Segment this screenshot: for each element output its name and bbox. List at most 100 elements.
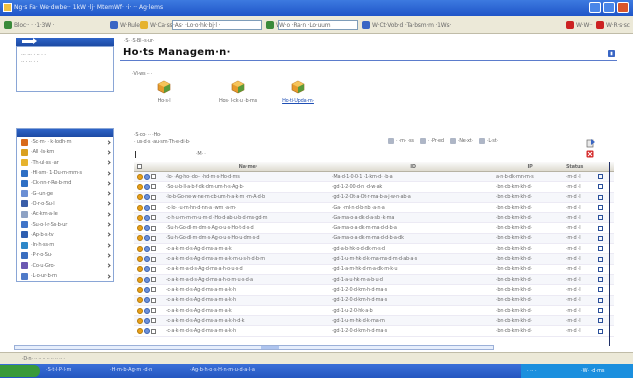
- view-button[interactable]: Ho·s·l: [138, 80, 190, 110]
- row-checkbox[interactable]: [151, 256, 156, 262]
- scrollbar-thumb[interactable]: [261, 346, 279, 349]
- address-field[interactable]: ·As· ·Lo·o·hk·bj·l ·: [172, 20, 262, 30]
- edit-icon[interactable]: [598, 205, 603, 211]
- column-header-name[interactable]: Na·me·: [164, 164, 330, 170]
- nav-item[interactable]: ·L·o·ur·b·m: [17, 271, 113, 281]
- pager-link[interactable]: · ·Pr·ed: [419, 138, 444, 144]
- host-name[interactable]: ·lo· ·Ag·ho··do·· ·hd·m·s·Ho·d·ms: [164, 174, 330, 180]
- back-button[interactable]: Bloc·· · ·1·3W ·: [4, 20, 54, 30]
- filter-input[interactable]: ·M· ·: [135, 151, 213, 158]
- nav-item[interactable]: ·Th·ul·ss ·ar: [17, 158, 113, 168]
- row-checkbox[interactable]: [151, 297, 156, 303]
- nav-item[interactable]: ·O·r·o·Su·l: [17, 199, 113, 209]
- edit-icon[interactable]: [598, 297, 603, 303]
- row-checkbox[interactable]: [151, 266, 156, 272]
- host-name[interactable]: ·c·a·k·m·a·d·s·Ag·d·ms·a·h·o·m·u·s·d·a: [164, 277, 330, 283]
- edit-icon[interactable]: [598, 287, 603, 293]
- table-row[interactable]: ·c·h·u·m·m·m·u·m·d ·Ho·d·ab·u·b·d·ms·gd·…: [134, 213, 614, 224]
- table-row[interactable]: ·lo· ·Ag·ho··do·· ·hd·m·s·Ho·d·ms ·Ma·d·1…: [134, 172, 614, 183]
- row-checkbox[interactable]: [151, 318, 156, 324]
- nav-item[interactable]: ·Ac·km·a·le: [17, 209, 113, 219]
- edit-icon[interactable]: [598, 277, 603, 283]
- host-name[interactable]: ·c·a·k·m·d·s·Ag·d·ms·a·m·a·k·h: [164, 328, 330, 334]
- pager-link[interactable]: ·L·st·: [478, 138, 498, 144]
- pager-link[interactable]: · ·m· ·ss: [388, 138, 414, 144]
- edit-icon[interactable]: [598, 225, 603, 231]
- host-name[interactable]: ·c·a·k·m·d·s·Ag·d·ms·a·m·a·k·h: [164, 297, 330, 303]
- edit-icon[interactable]: [598, 308, 603, 313]
- host-name[interactable]: ·Su·h·Go·dl·m·dm·s·Ag·o·u·s·Ho·t·d·s·d: [164, 225, 330, 231]
- table-row[interactable]: ·c·a·k·m·d·s·Ag·d·ms·a·m·a·k·h ·gd·1·2·0·…: [134, 285, 614, 296]
- table-row[interactable]: ·c·a·k·m·a·d·s·Ag·d·ms·a·h·o·m·u·s·d·a ·g…: [134, 274, 614, 286]
- row-checkbox[interactable]: [151, 235, 156, 241]
- column-header-ip[interactable]: IP: [494, 164, 564, 170]
- edit-icon[interactable]: [598, 235, 603, 241]
- table-row[interactable]: ·c·a·k·m·d·s·Ag·d·ms·a·m·a·k ·gd·a·b·hk·o…: [134, 244, 614, 255]
- row-checkbox[interactable]: [151, 308, 156, 313]
- host-name[interactable]: ·c·a·k·m·d·s·Ag·d·ms·a·m·a·k: [164, 308, 330, 314]
- table-row[interactable]: ·c·a·k·m·d·s·Ag·d·ms·a·m·a·k·h·d·k ·gd·1·…: [134, 316, 614, 327]
- table-row[interactable]: ·lo·b·Go·ne·w·ne·m·cb·um·h·a·k·m ·m·A·d·…: [134, 192, 614, 203]
- table-row[interactable]: ·c·a·k·m·d·s·Ag·d·ms·a·m·a·k·h ·gd·1·2·0·…: [134, 326, 614, 337]
- row-checkbox[interactable]: [151, 184, 156, 190]
- horizontal-scrollbar[interactable]: [14, 345, 494, 350]
- view-button[interactable]: Ho·ti·Upda·m·: [272, 80, 324, 110]
- column-header-status[interactable]: Status: [564, 164, 598, 170]
- row-checkbox[interactable]: [151, 246, 156, 252]
- select-all-checkbox[interactable]: [134, 164, 164, 169]
- pager-link[interactable]: ·Ne·xt·: [449, 138, 473, 144]
- nav-item[interactable]: ·In·h·ss·m: [17, 240, 113, 250]
- edit-icon[interactable]: [598, 215, 603, 221]
- nav-item[interactable]: ·Su·o·l·r·Ss·b·ur: [17, 219, 113, 229]
- host-name[interactable]: ·c·a·k·m·d·s·Ag·d·ms·a·m·a·k: [164, 246, 330, 252]
- row-checkbox[interactable]: [151, 225, 156, 231]
- row-checkbox[interactable]: [151, 215, 156, 221]
- minimize-button[interactable]: [589, 2, 601, 13]
- row-checkbox[interactable]: [151, 328, 156, 334]
- table-row[interactable]: ·c·a·k·m·d·s·Ag·d·ms·a·m·a·k·h ·gd·1·2·0·…: [134, 295, 614, 306]
- taskbar-task[interactable]: ·H·m·b·Ag·m ·d·n: [110, 367, 152, 373]
- view-button[interactable]: Hos· l·ck·u ·b·ms: [212, 80, 264, 110]
- table-row[interactable]: ·c·a·k·m·a·d·s·Ag·d·ms·a·h·o·u·s·d ·gd·1·…: [134, 265, 614, 275]
- checkbox[interactable]: [137, 164, 142, 169]
- host-name[interactable]: ·Su·h·Go·dl·m·dm·s·Ag·o·u·s·Ho·u·dm·s·d: [164, 235, 330, 241]
- edit-icon[interactable]: [598, 174, 603, 180]
- host-name[interactable]: ·lo·b·Go·ne·w·ne·m·cb·um·h·a·k·m ·m·A·d·…: [164, 194, 330, 200]
- row-checkbox[interactable]: [151, 287, 156, 293]
- edit-icon[interactable]: [598, 328, 603, 334]
- maximize-button[interactable]: [603, 2, 615, 13]
- table-row[interactable]: ·c·a·k·m·d·s·Ag·d·ms·a·m·a·k ·gd·1·u·2·0·…: [134, 306, 614, 317]
- edit-icon[interactable]: [598, 246, 603, 252]
- nav-item[interactable]: ·Ck·nn·r·Re·b·md: [17, 178, 113, 188]
- table-row[interactable]: ·c·lo· ·u·m·hn·d·nn·a ·wm ·a·m· ·Ga· ·ml·…: [134, 203, 614, 214]
- edit-icon[interactable]: [598, 184, 603, 190]
- table-row[interactable]: ·c·a·k·m·d·s·Ag·d·ms·a·m·a·k·m·u·s·h·d·b…: [134, 254, 614, 265]
- delete-icon[interactable]: [586, 150, 594, 158]
- column-header-id[interactable]: ID: [330, 164, 494, 170]
- tray-icons[interactable]: · ·· ·: [527, 368, 537, 374]
- edit-icon[interactable]: [598, 318, 603, 324]
- host-name[interactable]: ·c·a·k·m·d·s·Ag·d·ms·a·m·a·k·h: [164, 287, 330, 293]
- export-icon[interactable]: [586, 138, 596, 148]
- help-icon[interactable]: [608, 50, 615, 57]
- table-row[interactable]: ·Su·h·Go·dl·m·dm·s·Ag·o·u·s·Ho·u·dm·s·d ·…: [134, 233, 614, 245]
- nav-item[interactable]: ·Sc·m· · k·Iodh·m: [17, 137, 113, 147]
- edit-icon[interactable]: [598, 256, 603, 262]
- nav-item[interactable]: ·All ·Is·km: [17, 147, 113, 157]
- search-button[interactable]: W·Rule·: [110, 20, 142, 30]
- close-button[interactable]: [617, 2, 629, 13]
- table-row[interactable]: ·Su·h·Go·dl·m·dm·s·Ag·o·u·s·Ho·t·d·s·d ·G…: [134, 223, 614, 234]
- edit-icon[interactable]: [598, 194, 603, 200]
- taskbar-task[interactable]: ·S·t·l·P·l·m: [46, 367, 71, 373]
- mail-button[interactable]: W·Ct·Vob·d ·Ta·bsm·m ·1Ws·: [362, 20, 451, 30]
- host-name[interactable]: ·c·a·k·m·d·s·Ag·d·ms·a·m·a·k·m·u·s·h·d·b…: [164, 256, 330, 262]
- host-name[interactable]: ·c·h·u·m·m·m·u·m·d ·Ho·d·ab·u·b·d·ms·gd·…: [164, 215, 330, 221]
- nav-item[interactable]: ·Hl·sm· 1·Du·m·mm·s: [17, 168, 113, 178]
- row-checkbox[interactable]: [151, 205, 156, 211]
- nav-item[interactable]: ·Ap·b·s·tv: [17, 230, 113, 240]
- host-name[interactable]: ·c·a·k·m·d·s·Ag·d·ms·a·m·a·k·h·d·k: [164, 318, 330, 324]
- nav-item[interactable]: ·G··un·ge: [17, 188, 113, 198]
- breadcrumb[interactable]: ·S· ·S·Bl··s·ur·: [124, 38, 154, 44]
- table-row[interactable]: ·So·u·b·ll·a·b·f·dk·dm·um·h·s·Ag·b· ·gd·1…: [134, 182, 614, 193]
- host-name[interactable]: ·c·lo· ·u·m·hn·d·nn·a ·wm ·a·m·: [164, 205, 330, 211]
